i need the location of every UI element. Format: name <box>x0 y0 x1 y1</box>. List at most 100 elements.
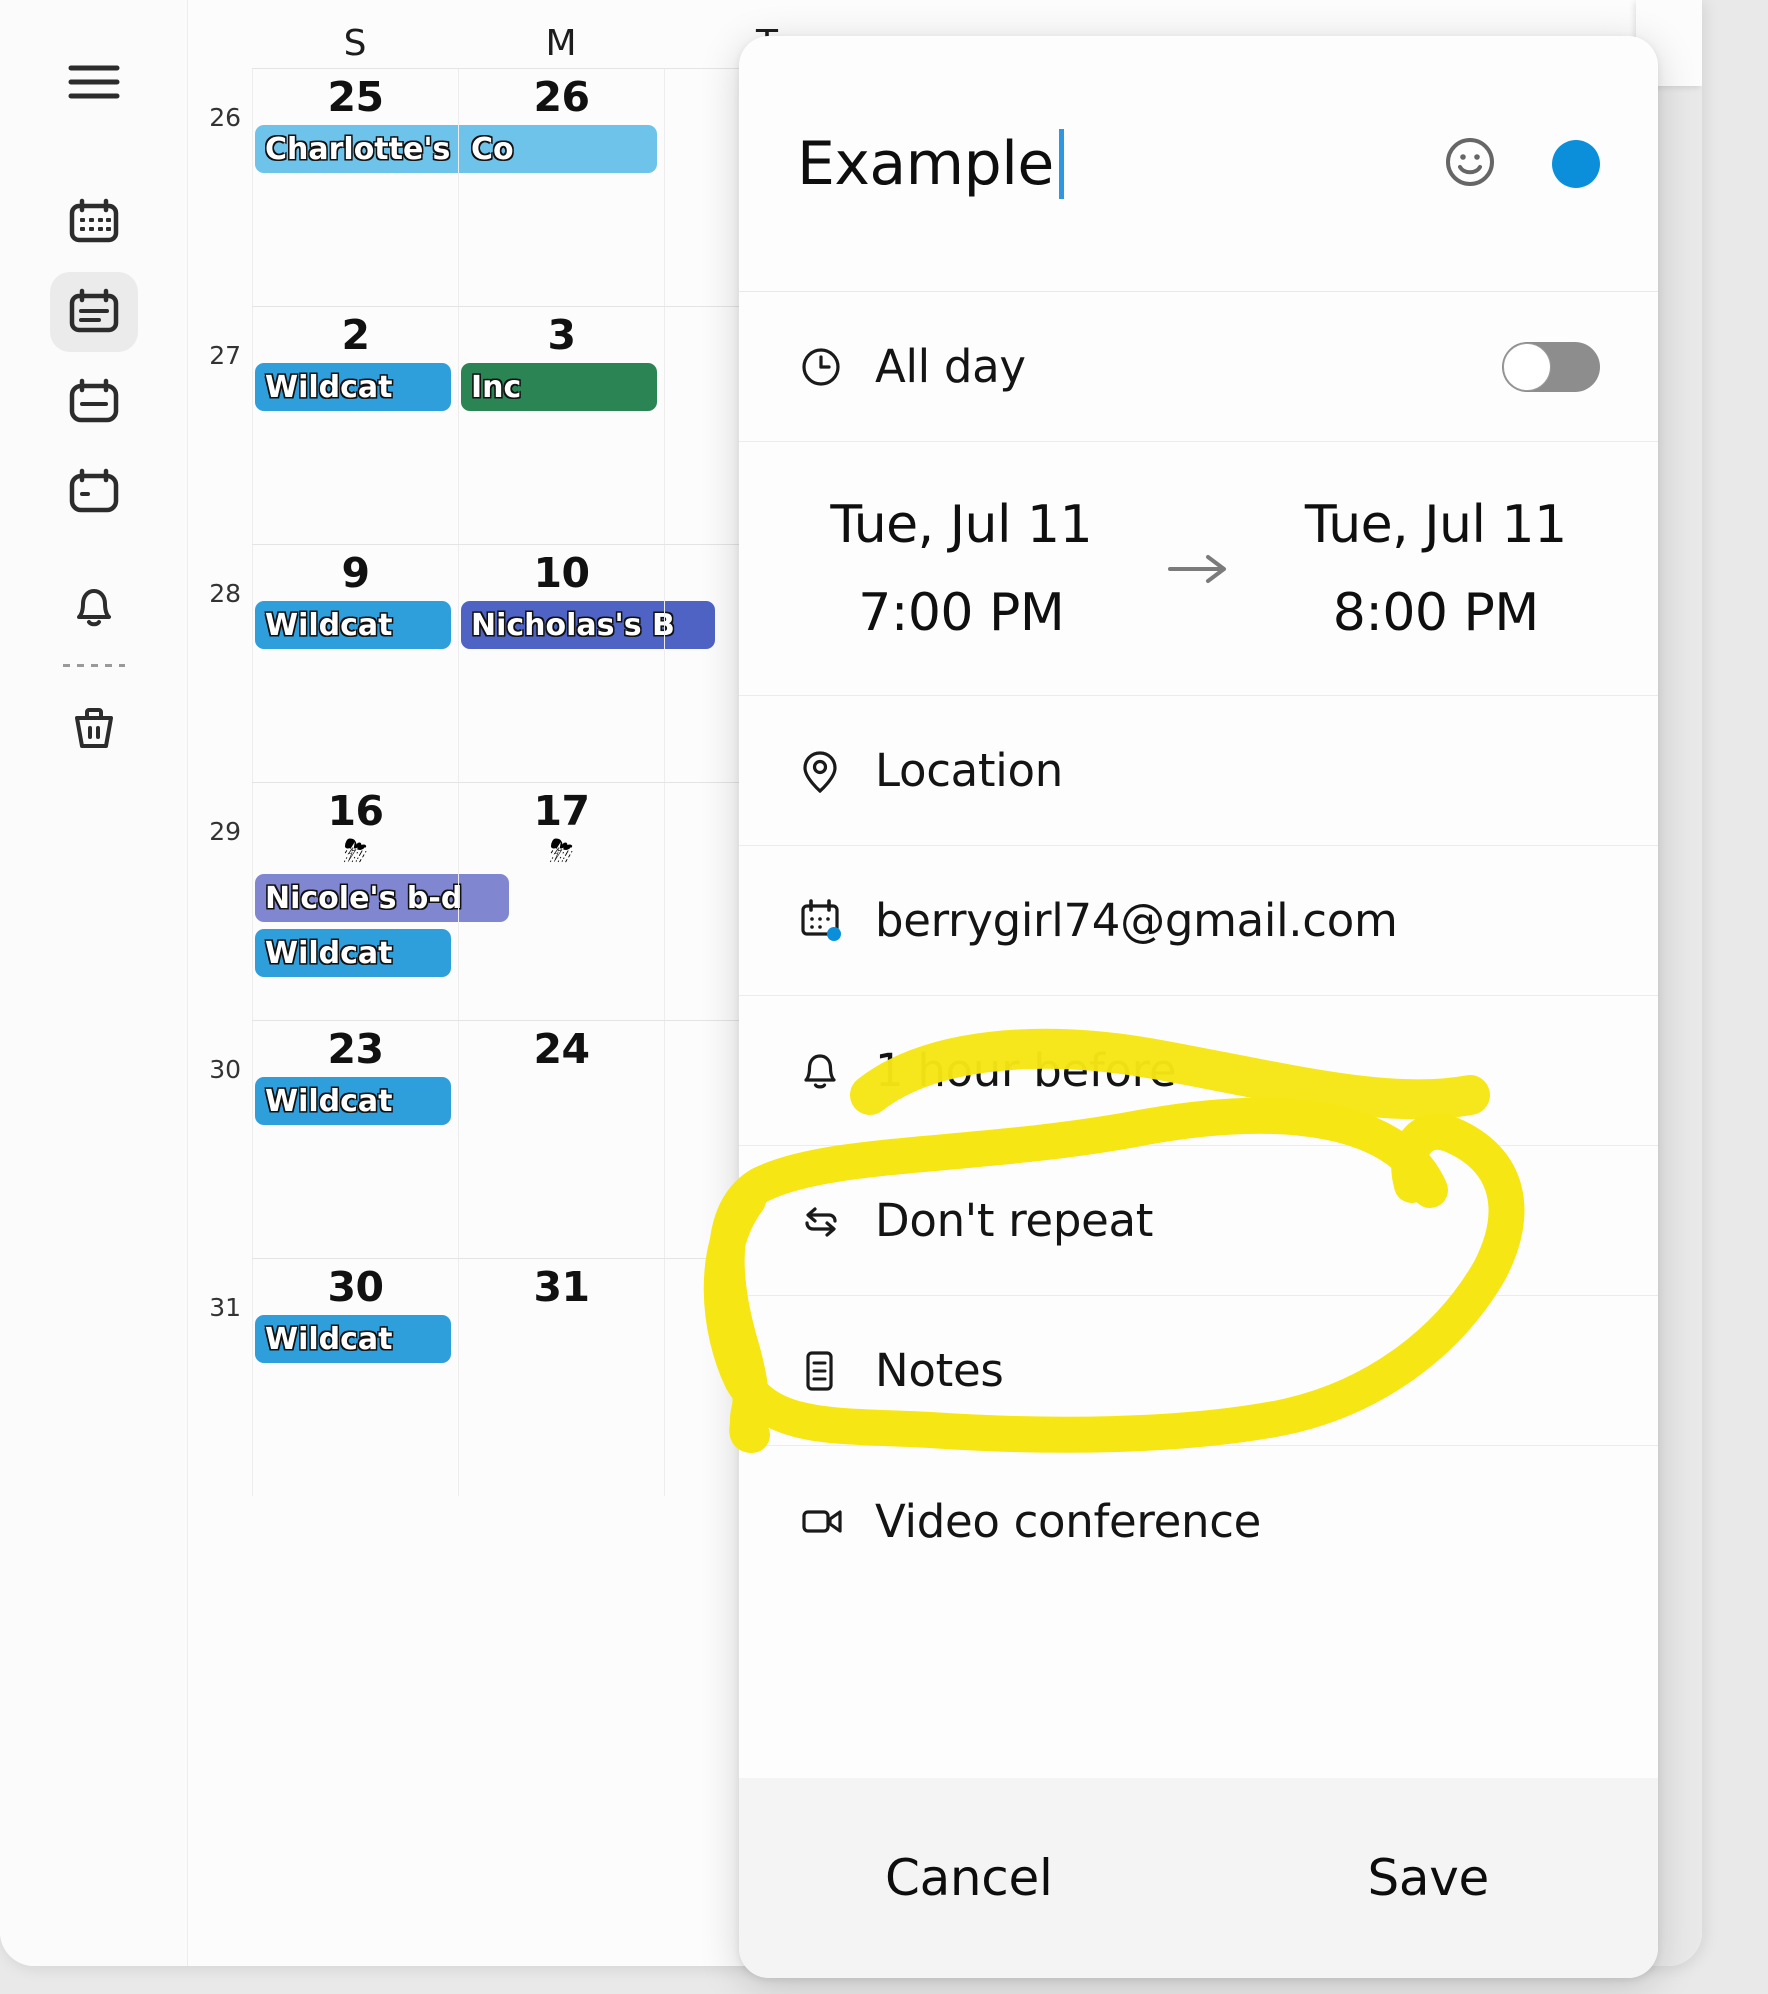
calendar-event-chip[interactable]: Wildcat <box>255 363 451 412</box>
day-number: 10 <box>533 549 590 597</box>
event-title-value: Example <box>797 128 1054 199</box>
emoji-picker-button[interactable] <box>1442 134 1498 194</box>
day-number: 24 <box>533 1025 590 1073</box>
day-event-list: Nicholas's B <box>459 595 715 650</box>
notes-icon <box>797 1346 875 1396</box>
sidebar-item-menu[interactable] <box>50 42 138 122</box>
cancel-button[interactable]: Cancel <box>739 1849 1199 1907</box>
end-time: 8:00 PM <box>1332 582 1540 643</box>
location-row[interactable]: Location <box>739 696 1658 846</box>
calendar-day-cell[interactable]: 24 <box>458 1021 664 1258</box>
day-number: 31 <box>533 1263 590 1311</box>
day-event-list: Co <box>459 119 664 174</box>
event-editor-body: Example All day Tue, Jul 11 7:00 PM Tue,… <box>739 36 1658 1778</box>
notes-row[interactable]: Notes <box>739 1296 1658 1446</box>
day-event-list: Inc <box>459 357 664 412</box>
calendar-week-icon <box>68 378 120 426</box>
dow-monday: M <box>545 23 577 64</box>
sidebar-item-month-view[interactable] <box>50 182 138 262</box>
calendar-day-cell[interactable]: 2 Wildcat <box>252 307 458 544</box>
calendar-event-chip[interactable]: Co <box>461 125 657 174</box>
sidebar-item-day-view[interactable] <box>50 452 138 532</box>
reminder-label: 1 hour before <box>875 1044 1177 1097</box>
sidebar-item-notifications[interactable] <box>50 568 138 648</box>
calendar-day-cell[interactable]: 17 ⛈ <box>458 783 664 1020</box>
arrow-right-icon <box>1144 551 1254 587</box>
calendar-event-chip[interactable]: Wildcat <box>255 929 451 978</box>
notes-label: Notes <box>875 1344 1004 1397</box>
sidebar-item-trash[interactable] <box>50 687 138 767</box>
sidebar-rail <box>0 0 188 1966</box>
all-day-row[interactable]: All day <box>739 292 1658 442</box>
calendar-day-cell[interactable]: 31 <box>458 1259 664 1496</box>
day-number: 9 <box>341 549 370 597</box>
calendar-day-cell[interactable]: 25 Charlotte's <box>252 69 509 306</box>
sidebar-item-schedule-view[interactable] <box>49 272 138 352</box>
calendar-day-cell[interactable]: 30 Wildcat <box>252 1259 458 1496</box>
clock-icon <box>797 343 875 391</box>
calendar-event-chip[interactable]: Wildcat <box>255 1077 451 1126</box>
location-label: Location <box>875 744 1063 797</box>
event-end-datetime[interactable]: Tue, Jul 11 8:00 PM <box>1254 495 1619 643</box>
calendar-day-cell[interactable]: 10 Nicholas's B <box>458 545 715 782</box>
week-number-gutter <box>188 0 252 68</box>
location-pin-icon <box>797 745 875 797</box>
event-editor-dialog: Example All day Tue, Jul 11 7:00 PM Tue,… <box>739 36 1658 1978</box>
calendar-account-label: berrygirl74@gmail.com <box>875 894 1398 947</box>
text-cursor <box>1058 128 1064 199</box>
calendar-schedule-icon <box>68 288 120 336</box>
trash-icon <box>68 701 120 753</box>
day-number: 3 <box>547 311 576 359</box>
week-number: 28 <box>209 579 241 608</box>
event-color-swatch[interactable] <box>1552 139 1600 188</box>
week-number: 27 <box>209 341 241 370</box>
calendar-day-cell[interactable]: 9 Wildcat <box>252 545 458 782</box>
screen-root: S M T 2625Charlotte's26Co272Wildcat3Inc2… <box>0 0 1768 1994</box>
all-day-toggle[interactable] <box>1502 341 1600 392</box>
datetime-range-block: Tue, Jul 11 7:00 PM Tue, Jul 11 8:00 PM <box>739 442 1658 696</box>
calendar-event-chip[interactable]: Wildcat <box>255 1315 451 1364</box>
smiley-face-icon <box>1442 137 1498 194</box>
event-title-input[interactable]: Example <box>797 128 1442 199</box>
reminder-row[interactable]: 1 hour before <box>739 996 1658 1146</box>
day-number: 16 <box>327 787 384 835</box>
day-number: 2 <box>341 311 370 359</box>
save-button[interactable]: Save <box>1199 1849 1659 1907</box>
calendar-event-chip[interactable]: Inc <box>461 363 657 412</box>
calendar-day-cell[interactable]: 16 ⛈ Nicole's b-d Wildcat <box>252 783 509 1020</box>
repeat-icon <box>797 1197 875 1245</box>
day-event-list: Wildcat <box>253 1309 458 1364</box>
week-number: 30 <box>209 1055 241 1084</box>
calendar-day-icon <box>68 468 120 516</box>
event-start-datetime[interactable]: Tue, Jul 11 7:00 PM <box>779 495 1144 643</box>
bell-icon <box>69 583 119 633</box>
repeat-row[interactable]: Don't repeat <box>739 1146 1658 1296</box>
day-event-list: Nicole's b-d Wildcat <box>253 868 509 978</box>
calendar-day-cell[interactable]: 26 Co <box>458 69 664 306</box>
all-day-label: All day <box>875 340 1026 393</box>
calendar-account-row[interactable]: berrygirl74@gmail.com <box>739 846 1658 996</box>
day-number: 30 <box>327 1263 384 1311</box>
week-number: 26 <box>209 103 241 132</box>
day-event-list <box>459 868 664 874</box>
day-event-list: Wildcat <box>253 595 458 650</box>
weather-icon: ⛈ <box>549 834 574 870</box>
day-number: 26 <box>533 73 590 121</box>
calendar-account-icon <box>797 896 875 946</box>
weather-icon: ⛈ <box>343 834 368 870</box>
video-camera-icon <box>797 1499 875 1543</box>
calendar-day-cell[interactable]: 23 Wildcat <box>252 1021 458 1258</box>
start-date: Tue, Jul 11 <box>830 494 1093 555</box>
calendar-event-chip[interactable]: Wildcat <box>255 601 451 650</box>
end-date: Tue, Jul 11 <box>1304 494 1567 555</box>
video-conference-row[interactable]: Video conference <box>739 1446 1658 1596</box>
sidebar-divider-dashed <box>62 664 125 667</box>
day-event-list: Charlotte's <box>253 119 509 174</box>
repeat-label: Don't repeat <box>875 1194 1154 1247</box>
sidebar-item-week-view[interactable] <box>50 362 138 442</box>
day-event-list: Wildcat <box>253 1071 458 1126</box>
day-event-list: Wildcat <box>253 357 458 412</box>
calendar-day-cell[interactable]: 3 Inc <box>458 307 664 544</box>
start-time: 7:00 PM <box>858 582 1065 643</box>
day-number: 17 <box>533 787 590 835</box>
